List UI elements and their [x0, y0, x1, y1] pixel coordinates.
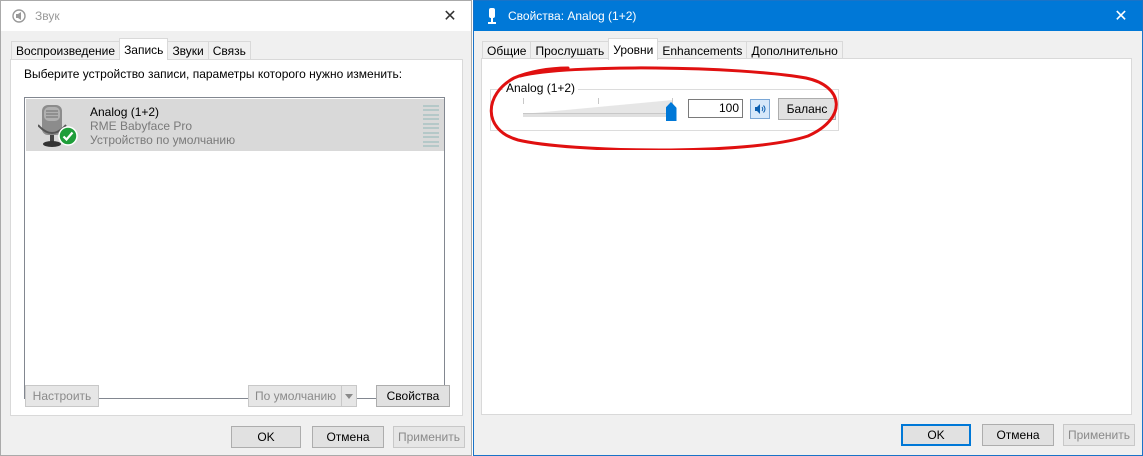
device-status: Устройство по умолчанию	[90, 133, 236, 147]
recording-panel: Выберите устройство записи, параметры ко…	[10, 59, 463, 416]
configure-button[interactable]: Настроить	[25, 385, 99, 407]
tab-recording[interactable]: Запись	[119, 38, 169, 60]
sound-titlebar[interactable]: Звук ✕	[1, 1, 471, 31]
properties-close-button[interactable]: ✕	[1100, 1, 1142, 31]
sound-cancel-button[interactable]: Отмена	[312, 426, 384, 448]
properties-apply-button[interactable]: Применить	[1063, 424, 1135, 446]
recording-device-list[interactable]: Analog (1+2) RME Babyface Pro Устройство…	[24, 97, 445, 399]
slider-tick	[672, 98, 673, 104]
device-driver: RME Babyface Pro	[90, 119, 193, 133]
device-item-analog[interactable]: Analog (1+2) RME Babyface Pro Устройство…	[26, 99, 444, 151]
properties-button[interactable]: Свойства	[376, 385, 450, 407]
properties-window: Свойства: Analog (1+2) ✕ Общие Прослушат…	[473, 0, 1143, 456]
tab-playback[interactable]: Воспроизведение	[11, 41, 121, 60]
instruction-text: Выберите устройство записи, параметры ко…	[24, 67, 403, 81]
properties-cancel-button[interactable]: Отмена	[982, 424, 1054, 446]
sound-apply-button[interactable]: Применить	[393, 426, 465, 448]
default-check-icon	[58, 126, 78, 146]
properties-window-title: Свойства: Analog (1+2)	[508, 9, 637, 23]
volume-value-input[interactable]: 100	[688, 99, 743, 118]
properties-titlebar[interactable]: Свойства: Analog (1+2) ✕	[474, 1, 1142, 31]
chevron-down-icon[interactable]	[341, 386, 356, 406]
tab-sounds[interactable]: Звуки	[167, 41, 209, 60]
levels-group: Analog (1+2) 100 Баланс	[490, 81, 839, 131]
tab-communications[interactable]: Связь	[207, 41, 251, 60]
properties-tabs: Общие Прослушать Уровни Enhancements Доп…	[482, 38, 843, 60]
properties-ok-button[interactable]: OK	[901, 424, 971, 446]
sound-window-title: Звук	[35, 9, 60, 23]
volume-slider[interactable]	[523, 113, 673, 117]
set-default-button[interactable]: По умолчанию	[248, 385, 357, 407]
speaker-icon[interactable]	[750, 99, 770, 119]
sound-tabs: Воспроизведение Запись Звуки Связь	[11, 38, 251, 60]
levels-group-label: Analog (1+2)	[503, 81, 579, 95]
level-meter	[423, 105, 439, 147]
sound-window: Звук ✕ Воспроизведение Запись Звуки Связ…	[0, 0, 472, 456]
sound-close-button[interactable]: ✕	[429, 1, 471, 31]
tab-levels[interactable]: Уровни	[608, 38, 659, 60]
set-default-label: По умолчанию	[255, 389, 337, 403]
device-name: Analog (1+2)	[90, 105, 160, 119]
speaker-app-icon	[11, 8, 27, 24]
slider-tick	[598, 98, 599, 104]
levels-panel: Analog (1+2) 100 Баланс	[481, 58, 1132, 415]
microphone-app-icon	[484, 8, 500, 24]
sound-ok-button[interactable]: OK	[231, 426, 301, 448]
balance-button[interactable]: Баланс	[778, 98, 836, 120]
slider-tick	[523, 98, 524, 104]
